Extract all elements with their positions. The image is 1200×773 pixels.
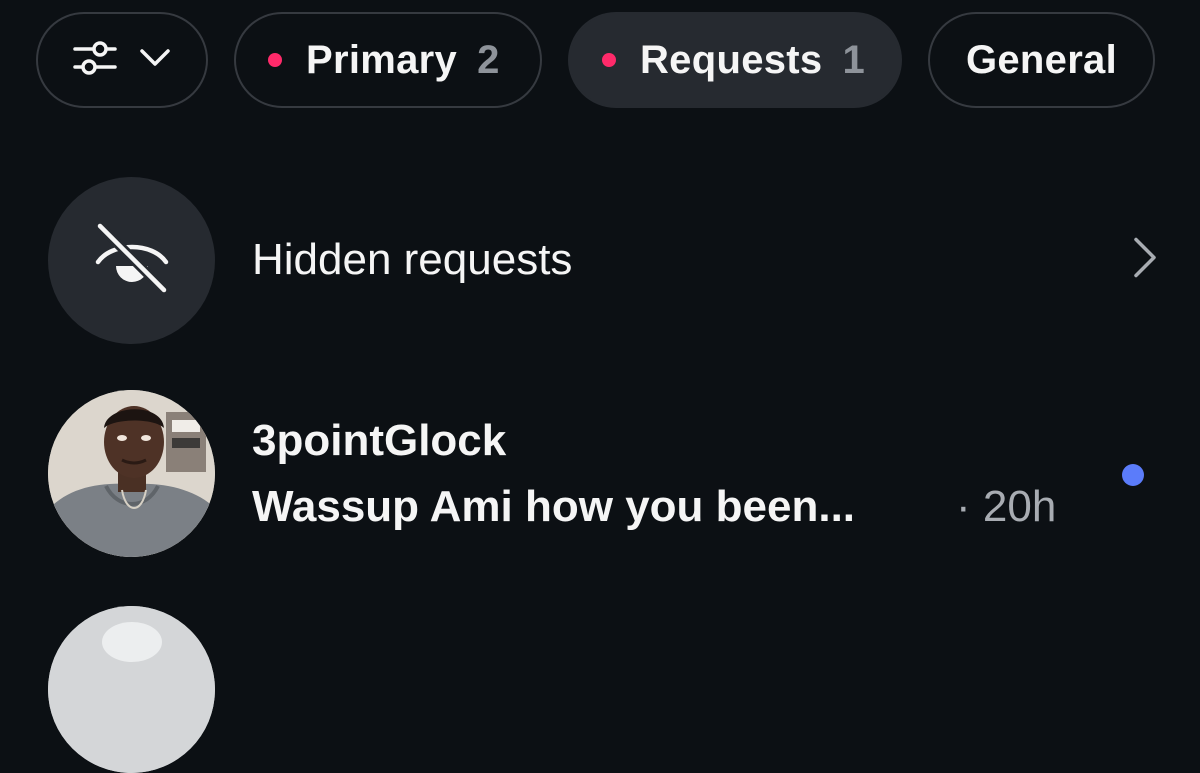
filter-tab-bar: Primary 2 Requests 1 General [36, 12, 1155, 108]
primary-notification-dot [268, 53, 282, 67]
message-timestamp: · 20h [956, 482, 1057, 531]
chevron-right-icon [1132, 236, 1158, 285]
filter-button[interactable] [36, 12, 208, 108]
hidden-requests-row[interactable]: Hidden requests [48, 176, 1158, 344]
tab-primary[interactable]: Primary 2 [234, 12, 542, 108]
message-preview-line: Wassup Ami how you been... [252, 482, 855, 532]
unread-indicator [1122, 464, 1144, 486]
tab-requests[interactable]: Requests 1 [568, 12, 902, 108]
hidden-requests-icon-circle [48, 176, 215, 344]
next-row-avatar[interactable] [48, 606, 215, 773]
message-request-row[interactable]: 3pointGlock Wassup Ami how you been... ·… [48, 390, 1158, 558]
sender-name: 3pointGlock [252, 416, 507, 465]
tab-requests-count: 1 [842, 37, 865, 82]
chevron-down-icon [139, 48, 171, 73]
hidden-requests-label: Hidden requests [252, 235, 573, 284]
message-preview: Wassup Ami how you been... [252, 482, 856, 531]
avatar[interactable] [48, 390, 215, 557]
eye-slash-icon [90, 216, 174, 305]
requests-notification-dot [602, 53, 616, 67]
tab-primary-count: 2 [477, 37, 500, 82]
tab-primary-label: Primary [306, 37, 458, 82]
sliders-icon [73, 38, 117, 83]
tab-general[interactable]: General [928, 12, 1155, 108]
tab-requests-label: Requests [640, 37, 823, 82]
tab-general-label: General [965, 37, 1118, 82]
